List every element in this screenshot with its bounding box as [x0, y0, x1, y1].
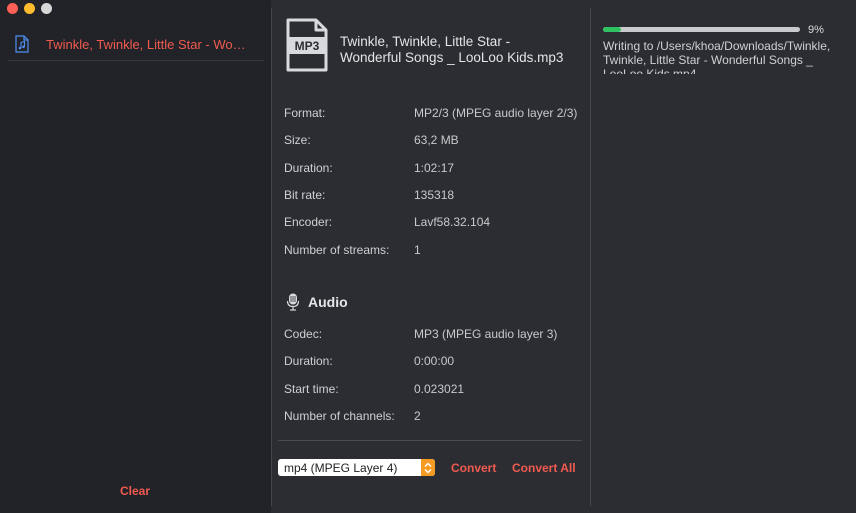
file-header: MP3 Twinkle, Twinkle, Little Star - Wond…: [286, 18, 570, 72]
progress-panel: 9% Writing to /Users/khoa/Downloads/Twin…: [591, 0, 856, 513]
info-row-duration: Duration: 1:02:17: [284, 161, 584, 175]
minimize-window-button[interactable]: [24, 3, 35, 14]
info-value: 2: [414, 409, 421, 423]
info-row-bitrate: Bit rate: 135318: [284, 188, 584, 202]
audio-row-duration: Duration: 0:00:00: [284, 354, 584, 368]
info-key: Bit rate:: [284, 188, 326, 202]
sidebar: Twinkle, Twinkle, Little Star - Wonderfu…: [0, 0, 271, 513]
info-row-format: Format: MP2/3 (MPEG audio layer 2/3): [284, 106, 584, 120]
info-key: Format:: [284, 106, 326, 120]
info-value: 63,2 MB: [414, 133, 459, 147]
info-key: Start time:: [284, 382, 339, 396]
progress-fill: [603, 27, 621, 32]
clear-button[interactable]: Clear: [100, 484, 170, 498]
progress-percent: 9%: [808, 24, 824, 36]
audio-row-codec: Codec: MP3 (MPEG audio layer 3): [284, 327, 584, 341]
info-key: Number of channels:: [284, 409, 395, 423]
info-key: Encoder:: [284, 215, 333, 229]
info-value: MP2/3 (MPEG audio layer 2/3): [414, 106, 578, 120]
info-row-streams: Number of streams: 1: [284, 243, 584, 257]
output-format-select[interactable]: mp4 (MPEG Layer 4): [278, 459, 435, 476]
info-key: Duration:: [284, 354, 333, 368]
file-title: Twinkle, Twinkle, Little Star - Wonderfu…: [340, 34, 564, 65]
info-value: 0:00:00: [414, 354, 455, 368]
mp3-file-icon: MP3: [286, 18, 328, 72]
mp3-badge-text: MP3: [295, 39, 320, 53]
info-value: Lavf58.32.104: [414, 215, 491, 229]
progress-bar: [603, 27, 800, 32]
info-key: Size:: [284, 133, 311, 147]
zoom-window-button[interactable]: [41, 3, 52, 14]
audio-file-icon: [15, 35, 29, 53]
audio-row-channels: Number of channels: 2: [284, 409, 584, 423]
app-window: Twinkle, Twinkle, Little Star - Wonderfu…: [0, 0, 856, 513]
microphone-icon: [286, 293, 300, 311]
info-key: Number of streams:: [284, 243, 390, 257]
info-key: Duration:: [284, 161, 333, 175]
info-row-size: Size: 63,2 MB: [284, 133, 584, 147]
info-value: 1:02:17: [414, 161, 455, 175]
convert-all-button[interactable]: Convert All: [512, 461, 576, 475]
info-value: MP3 (MPEG audio layer 3): [414, 327, 558, 341]
info-key: Codec:: [284, 327, 323, 341]
sidebar-item-label: Twinkle, Twinkle, Little Star - Wonderfu…: [46, 36, 252, 52]
output-format-value: mp4 (MPEG Layer 4): [284, 460, 398, 475]
controls-divider: [278, 440, 582, 441]
info-row-encoder: Encoder: Lavf58.32.104: [284, 215, 584, 229]
sidebar-item-file[interactable]: Twinkle, Twinkle, Little Star - Wonderfu…: [8, 28, 264, 61]
info-value: 0.023021: [414, 382, 465, 396]
window-controls: [7, 3, 52, 14]
info-value: 135318: [414, 188, 455, 202]
convert-button[interactable]: Convert: [451, 461, 496, 475]
info-value: 1: [414, 243, 421, 257]
progress-status: Writing to /Users/khoa/Downloads/Twinkle…: [603, 39, 831, 74]
file-info-panel: MP3 Twinkle, Twinkle, Little Star - Wond…: [272, 0, 590, 513]
audio-heading: Audio: [308, 294, 348, 310]
audio-row-start-time: Start time: 0.023021: [284, 382, 584, 396]
select-arrows-icon: [421, 459, 435, 476]
close-window-button[interactable]: [7, 3, 18, 14]
audio-section-header: Audio: [286, 293, 348, 311]
